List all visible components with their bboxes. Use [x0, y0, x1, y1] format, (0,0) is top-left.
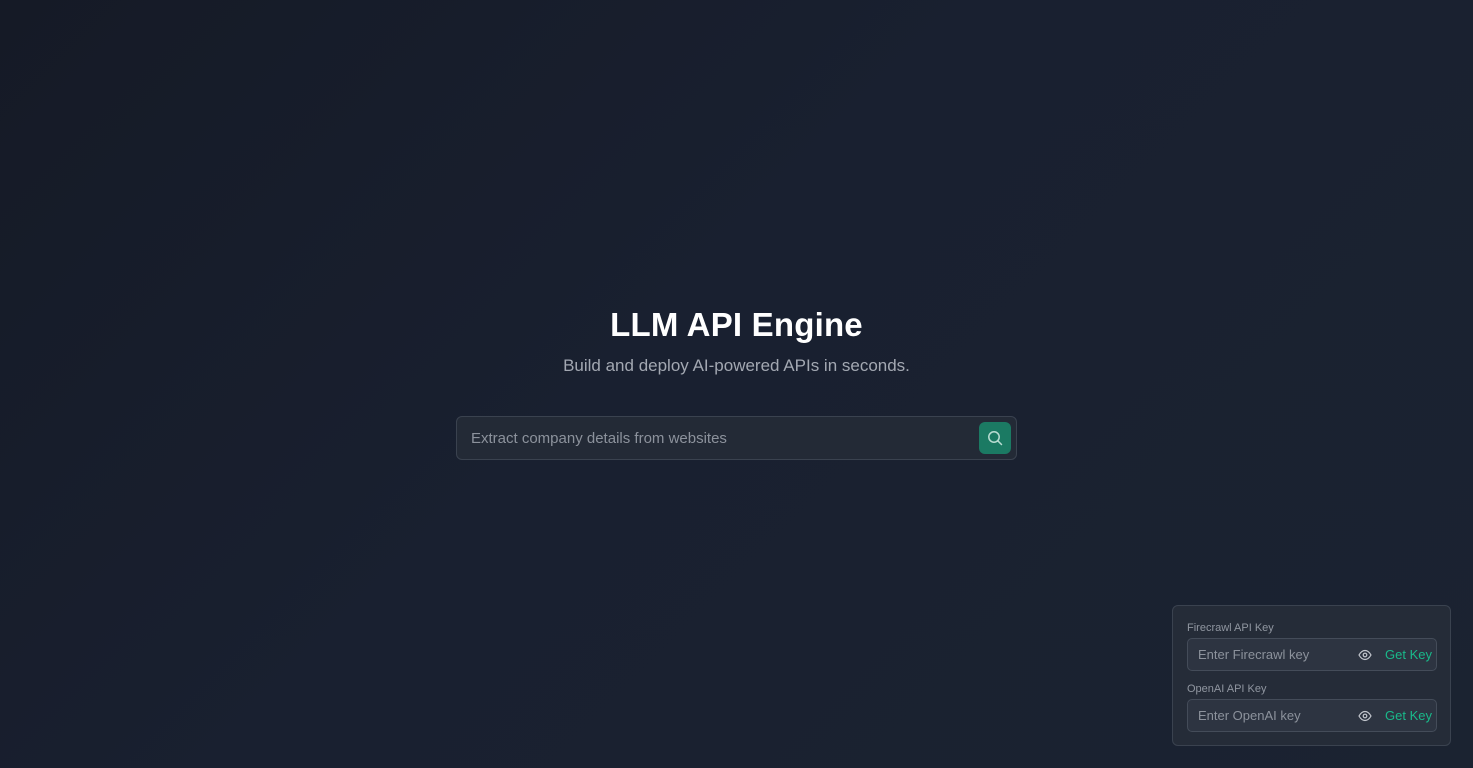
page-title: LLM API Engine	[610, 306, 863, 343]
firecrawl-key-field: Get Key	[1187, 638, 1437, 671]
firecrawl-toggle-visibility-button[interactable]	[1356, 646, 1374, 664]
api-keys-panel: Firecrawl API Key Get Key OpenAI API Key…	[1172, 605, 1451, 746]
eye-icon	[1358, 709, 1372, 723]
eye-icon	[1358, 648, 1372, 662]
firecrawl-key-label: Firecrawl API Key	[1187, 622, 1274, 634]
openai-key-label: OpenAI API Key	[1187, 683, 1267, 695]
openai-get-key-link[interactable]: Get Key	[1385, 700, 1432, 731]
search-icon	[987, 430, 1003, 446]
firecrawl-get-key-link[interactable]: Get Key	[1385, 639, 1432, 670]
hero-section: LLM API Engine Build and deploy AI-power…	[0, 304, 1473, 377]
openai-key-input[interactable]	[1188, 700, 1353, 731]
search-bar	[456, 416, 1017, 460]
search-input[interactable]	[457, 417, 967, 459]
firecrawl-key-input[interactable]	[1188, 639, 1353, 670]
page-subtitle: Build and deploy AI-powered APIs in seco…	[563, 356, 910, 375]
search-button[interactable]	[979, 422, 1011, 454]
openai-key-field: Get Key	[1187, 699, 1437, 732]
openai-toggle-visibility-button[interactable]	[1356, 707, 1374, 725]
